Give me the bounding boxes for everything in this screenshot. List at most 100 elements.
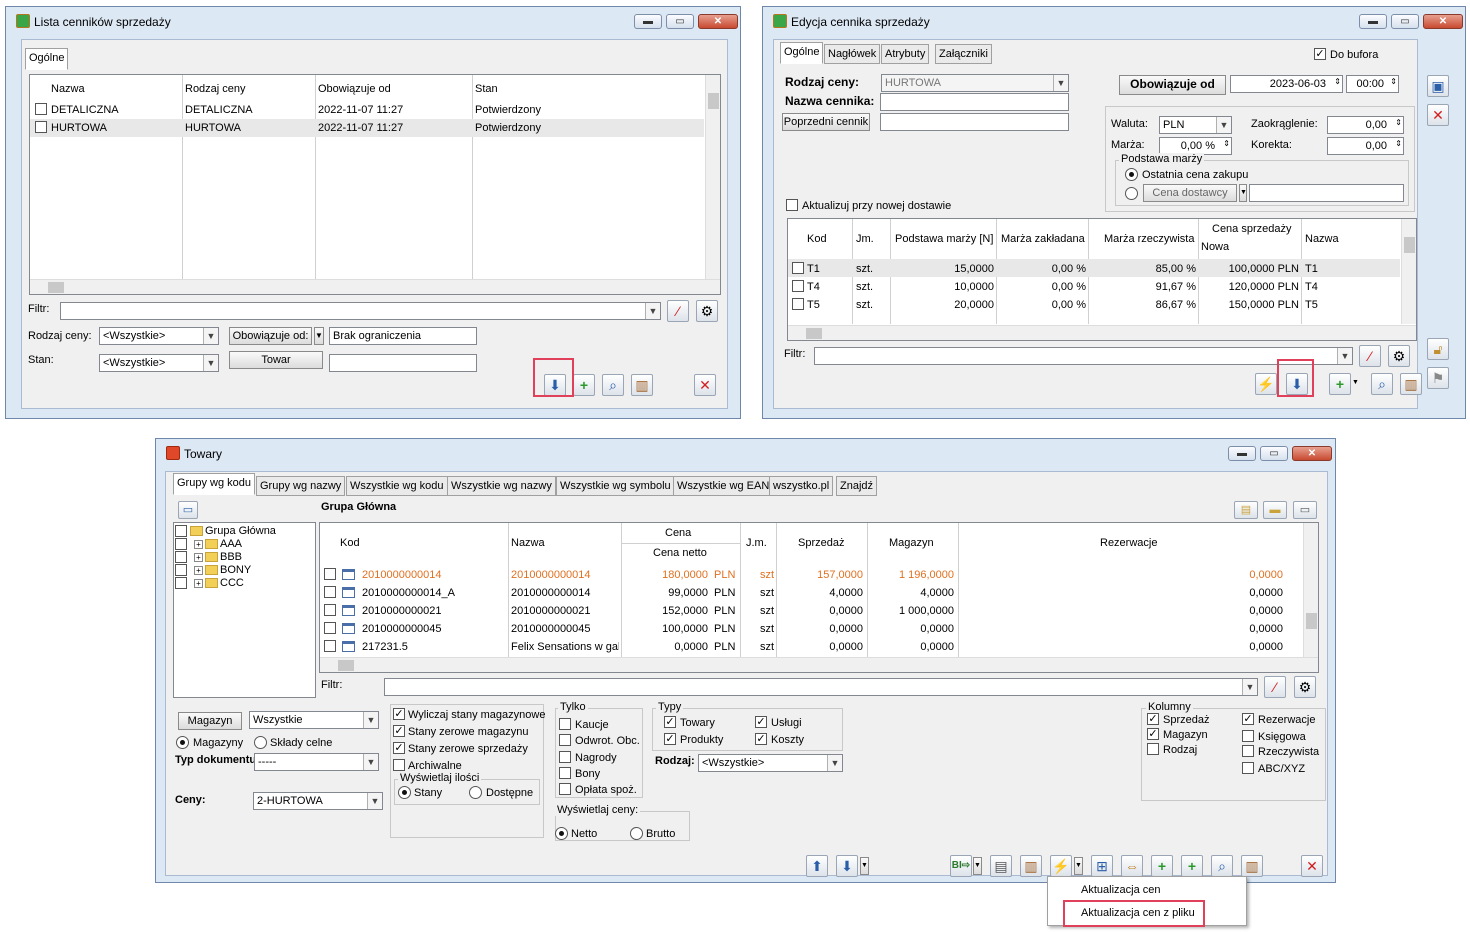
col-header[interactable]: Nowa [1201,241,1229,253]
kolumny-checkbox[interactable] [1242,730,1254,742]
minimize-button[interactable]: ▬ [634,14,662,29]
table-cell[interactable]: 85,00 % [1156,263,1196,275]
price-update-icon[interactable]: ⚡ [1050,855,1072,877]
table-cell-kod[interactable]: 2010000000014_A [362,587,455,599]
tree-checkbox[interactable] [175,564,187,576]
col-header[interactable]: Marża rzeczywista [1104,233,1194,245]
folder-icon[interactable]: ▬ [1263,501,1287,519]
row-checkbox[interactable] [792,262,804,274]
table-cell-magazyn[interactable]: 0,0000 [920,641,954,653]
col-header[interactable]: Jm. [856,233,874,245]
tab-grupy-wg-nazwy[interactable]: Grupy wg nazwy [256,476,346,496]
search-icon[interactable]: ⌕ [1371,373,1393,395]
col-header[interactable]: Rezerwacje [1100,537,1157,549]
window-icon[interactable]: ▭ [1293,501,1317,519]
cena-dostawcy-radio[interactable] [1125,187,1138,200]
lightning-icon[interactable]: ⚡ [1255,373,1277,395]
table-cell-magazyn[interactable]: 1 000,0000 [899,605,954,617]
table-cell-kod[interactable]: 2010000000014 [362,569,442,581]
col-header[interactable]: J.m. [746,537,767,549]
tab-wszystkie-wg-kodu[interactable]: Wszystkie wg kodu [346,476,448,496]
table-cell-jm[interactable]: szt [760,623,774,635]
tree-checkbox[interactable] [175,525,187,537]
col-header[interactable]: Cena [665,527,691,539]
vertical-scrollbar[interactable] [705,75,720,279]
search-icon[interactable]: ⌕ [1211,855,1233,877]
waluta-select[interactable]: PLN ▼ [1159,116,1232,134]
tab-zalaczniki[interactable]: Załączniki [935,44,992,64]
table-cell[interactable]: szt. [856,299,873,311]
col-header[interactable]: Cena netto [653,547,707,559]
table-cell-waluta[interactable]: PLN [714,587,735,599]
kolumny-checkbox[interactable] [1242,762,1254,774]
horizontal-scrollbar[interactable] [788,325,1416,340]
tab-ogolne[interactable]: Ogólne [25,48,69,70]
save-icon[interactable]: ▣ [1427,75,1449,97]
table-cell[interactable]: DETALICZNA [51,104,119,116]
magazyn-select[interactable]: Wszystkie ▼ [249,711,379,729]
table-cell-rezerwacje[interactable]: 0,0000 [1249,587,1283,599]
trash-icon[interactable]: ▥ [631,374,653,396]
filter-combo[interactable]: ▼ [384,678,1258,696]
folder-up-icon[interactable]: ▤ [1234,501,1258,519]
tree-item-grupa-glowna[interactable]: Grupa Główna [190,525,276,537]
close-icon[interactable]: ✕ [1427,104,1449,126]
brutto-radio[interactable] [630,827,643,840]
table-cell[interactable]: Potwierdzony [475,104,541,116]
col-header[interactable]: Nazwa [1305,233,1339,245]
time-input[interactable]: 00:00 ⇕ [1346,75,1399,93]
poprzedni-cennik-button[interactable]: Poprzedni cennik [782,113,870,131]
trash-icon[interactable]: ▥ [1400,373,1422,395]
table-cell-nazwa[interactable]: 2010000000045 [511,623,619,635]
rodzaj-select[interactable]: <Wszystkie> ▼ [99,327,219,345]
table-cell-waluta[interactable]: PLN [714,569,735,581]
stany-zerowe-sprz-checkbox[interactable]: ✓ [393,742,405,754]
table-cell[interactable]: 2022-11-07 11:27 [318,122,403,134]
table-cell-sprzedaz[interactable]: 0,0000 [829,641,863,653]
row-checkbox[interactable] [324,604,336,616]
table-cell[interactable]: T4 [807,281,820,293]
col-header[interactable]: Kod [807,233,827,245]
close-button[interactable]: ✕ [1292,446,1332,461]
tylko-checkbox[interactable] [559,783,571,795]
filter-combo[interactable]: ▼ [814,347,1353,365]
magazyn-button[interactable]: Magazyn [178,712,242,730]
col-header[interactable]: Obowiązuje od [318,83,391,95]
table-cell-jm[interactable]: szt [760,569,774,581]
typy-checkbox[interactable]: ✓ [664,733,676,745]
filter-settings-icon[interactable]: ⚙ [696,300,718,322]
nazwa-input[interactable] [880,93,1069,111]
maximize-button[interactable]: ▭ [1391,14,1419,29]
table-cell-magazyn[interactable]: 0,0000 [920,623,954,635]
horizontal-scrollbar[interactable] [30,279,720,294]
tab-wszystkie-wg-nazwy[interactable]: Wszystkie wg nazwy [447,476,556,496]
table-cell-jm[interactable]: szt [760,587,774,599]
close-icon[interactable]: ✕ [694,374,716,396]
tab-wszystkie-wg-symbolu[interactable]: Wszystkie wg symbolu [556,476,675,496]
row-checkbox[interactable] [324,622,336,634]
table-cell[interactable]: szt. [856,263,873,275]
price-update-dropdown[interactable]: ▼ [1074,857,1083,875]
magazyny-radio[interactable] [176,736,189,749]
table-cell[interactable]: 20,0000 [954,299,994,311]
col-header[interactable]: Cena sprzedaży [1212,223,1292,235]
kolumny-checkbox[interactable]: ✓ [1147,713,1159,725]
obowiazuje-od-button[interactable]: Obowiązuje od [1119,75,1226,95]
horizontal-scrollbar[interactable] [320,657,1318,672]
clipboard-icon[interactable]: ▥ [1020,855,1042,877]
towar-input[interactable] [329,354,477,372]
table-cell-waluta[interactable]: PLN [714,623,735,635]
bi-icon[interactable]: BI⇨ [950,855,972,877]
clear-filter-icon[interactable]: ⁄ [667,300,689,322]
table-cell[interactable]: HURTOWA [185,122,241,134]
rodzaj-select[interactable]: HURTOWA ▼ [881,74,1069,92]
do-bufora-checkbox[interactable]: ✓ [1314,48,1326,60]
table-cell[interactable]: szt. [856,281,873,293]
col-header[interactable]: Nazwa [51,83,85,95]
tree-item[interactable]: + CCC [194,577,244,589]
table-cell[interactable]: HURTOWA [51,122,107,134]
obowiazuje-dropdown[interactable]: ▼ [314,327,324,345]
cena-dostawcy-dropdown[interactable]: ▼ [1239,184,1247,202]
table-cell-sprzedaz[interactable]: 0,0000 [829,605,863,617]
typ-dokumentu-select[interactable]: ----- ▼ [254,753,379,771]
